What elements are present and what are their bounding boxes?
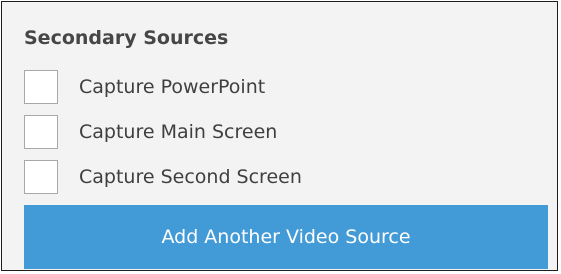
section-title: Secondary Sources — [24, 27, 229, 49]
capture-second-screen-checkbox[interactable] — [24, 160, 58, 194]
capture-powerpoint-checkbox[interactable] — [24, 70, 58, 104]
option-capture-second-screen[interactable]: Capture Second Screen — [24, 160, 524, 194]
option-label: Capture PowerPoint — [79, 76, 266, 98]
capture-main-screen-checkbox[interactable] — [24, 115, 58, 149]
option-capture-main-screen[interactable]: Capture Main Screen — [24, 115, 524, 149]
add-video-source-button[interactable]: Add Another Video Source — [24, 205, 548, 269]
option-label: Capture Second Screen — [79, 166, 302, 188]
secondary-sources-panel: Secondary Sources Capture PowerPoint Cap… — [1, 1, 558, 271]
option-capture-powerpoint[interactable]: Capture PowerPoint — [24, 70, 524, 104]
option-label: Capture Main Screen — [79, 121, 278, 143]
